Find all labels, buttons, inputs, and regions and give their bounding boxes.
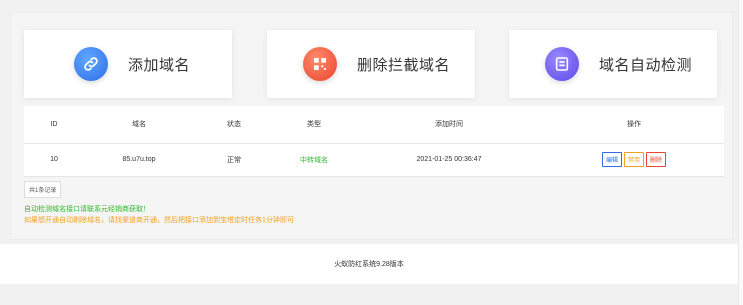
delete-blocked-domain-card[interactable]: 删除拦截域名 (267, 30, 475, 98)
note-orange: 如果想开通自动剔除域名，请找渠道商开通，然后把接口添加到宝塔定时任务1分钟即可 (24, 217, 294, 224)
qrcode-icon (303, 47, 337, 81)
footer-version: 火蚁防红系统9.28版本 (334, 261, 404, 268)
col-status: 状态 (194, 106, 274, 144)
edit-button[interactable]: 编辑 (601, 152, 622, 167)
cell-time: 2021-01-25 00:36:47 (354, 143, 544, 177)
domain-auto-detect-card[interactable]: 域名自动检测 (509, 30, 717, 98)
note-green: 自动检测域名接口请联系元经销商获取！ (24, 206, 150, 213)
list-icon (545, 47, 579, 81)
scrollbar[interactable] (738, 0, 743, 305)
main-panel: 添加域名 删除拦截域名 域名自动检测 ID 域名 状态 类型 添加时间 操作 1… (10, 12, 733, 240)
add-domain-label: 添加域名 (128, 56, 191, 74)
add-domain-card[interactable]: 添加域名 (24, 30, 232, 98)
col-actions: 操作 (544, 106, 724, 144)
col-id: ID (24, 106, 84, 144)
footer: 火蚁防红系统9.28版本 (0, 244, 738, 284)
type-link[interactable]: 中转域名 (300, 157, 328, 164)
delete-blocked-domain-label: 删除拦截域名 (357, 56, 451, 74)
col-added-time: 添加时间 (354, 106, 544, 144)
col-domain: 域名 (84, 106, 194, 144)
disable-button[interactable]: 禁用 (623, 152, 644, 167)
cell-type: 中转域名 (274, 143, 354, 177)
cell-id: 10 (24, 143, 84, 177)
domain-auto-detect-label: 域名自动检测 (599, 56, 693, 74)
delete-button[interactable]: 删除 (646, 152, 667, 167)
cell-domain: 85.u7u.top (84, 143, 194, 177)
record-count: 共1条记录 (24, 181, 62, 198)
table-row: 10 85.u7u.top 正常 中转域名 2021-01-25 00:36:4… (24, 143, 724, 177)
cell-status: 正常 (194, 143, 274, 177)
cell-actions: 编辑 禁用 删除 (544, 143, 724, 177)
col-type: 类型 (274, 106, 354, 144)
table-header-row: ID 域名 状态 类型 添加时间 操作 (24, 106, 724, 144)
link-icon (74, 47, 108, 81)
domain-table: ID 域名 状态 类型 添加时间 操作 10 85.u7u.top 正常 中转域… (24, 106, 724, 177)
